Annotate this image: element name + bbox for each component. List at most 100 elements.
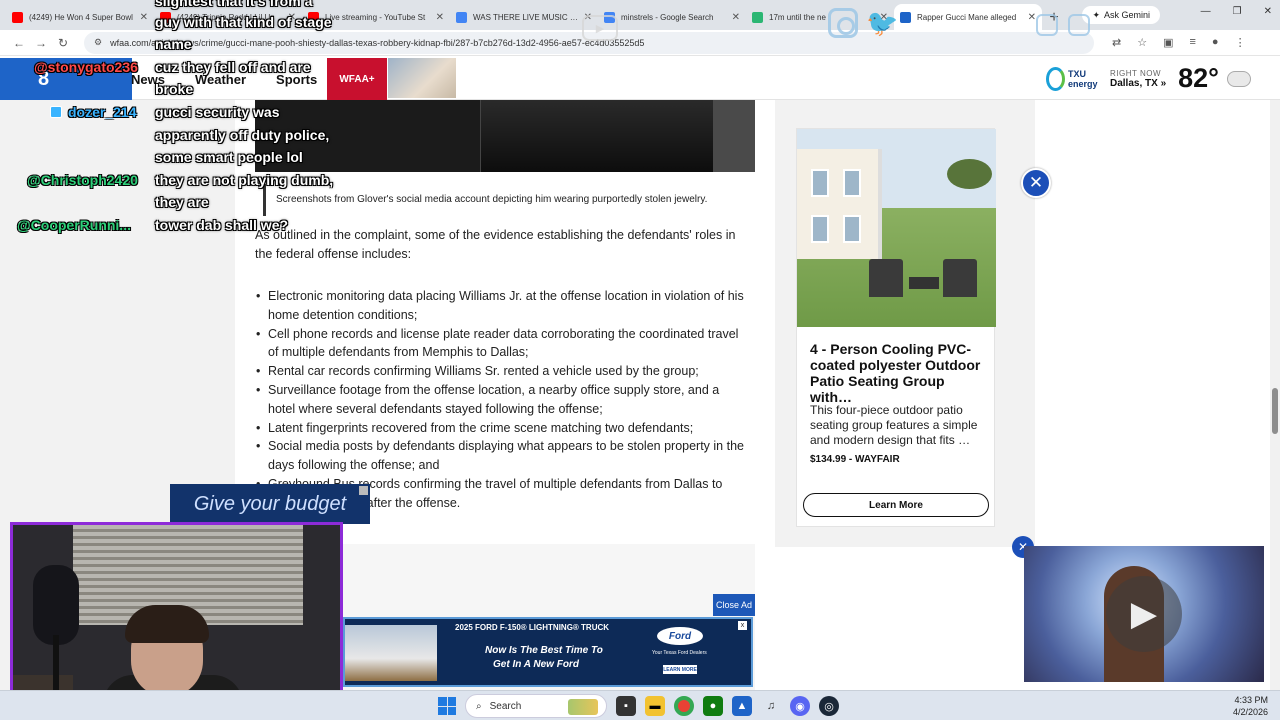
- window-controls: — ❐ ✕: [1201, 6, 1272, 17]
- chat-username: @CooperRunni...: [17, 217, 131, 233]
- browser-tab[interactable]: minstrels - Google Search ✕: [598, 4, 746, 30]
- chrome-icon[interactable]: [674, 696, 694, 716]
- ad-learn-more-button[interactable]: LEARN MORE: [663, 665, 697, 674]
- webcam-overlay: [10, 522, 343, 712]
- inline-ad-text: Give your budget: [193, 492, 347, 515]
- list-item: Cell phone records and license plate rea…: [256, 325, 746, 363]
- chat-message: gucci security was: [155, 104, 280, 120]
- chat-message: apparently off duty police,: [155, 127, 330, 143]
- chat-message: some smart people lol: [155, 149, 303, 165]
- system-clock[interactable]: 4:33 PM 4/2/2026: [1233, 694, 1268, 718]
- chat-message: cuz they fell off and are: [155, 59, 311, 75]
- chat-message: name: [155, 36, 192, 52]
- clock-date: 4/2/2026: [1232, 707, 1268, 717]
- windows-start-icon[interactable]: [438, 697, 456, 715]
- instagram-icon: [828, 8, 858, 38]
- wfaa-favicon-icon: [900, 11, 911, 23]
- taskbar-search[interactable]: ⌕ Search: [465, 694, 607, 718]
- browser-tab-active[interactable]: Rapper Gucci Mane alleged ✕: [894, 4, 1042, 30]
- weather-label: RIGHT NOW: [1110, 68, 1162, 78]
- snapchat-icon: [1036, 14, 1058, 36]
- weather-temperature: 82°: [1178, 63, 1219, 93]
- list-item: Rental car records confirming Williams S…: [256, 362, 746, 381]
- tab-title: Rapper Gucci Mane alleged: [917, 12, 1017, 22]
- patio-product-image[interactable]: [797, 129, 996, 327]
- weather-widget[interactable]: TXU energy RIGHT NOW Dallas, TX » 82°: [1046, 63, 1251, 94]
- list-item: Surveillance footage from the offense lo…: [256, 381, 746, 419]
- taskbar-apps: ⌕ Search ▪ ▬ ● ▲ ♫ ◉ ◎: [438, 694, 839, 718]
- chat-message: they are: [155, 194, 209, 210]
- twitter-icon: 🐦: [866, 7, 899, 38]
- subscriber-badge-icon: [50, 106, 62, 118]
- list-item: Electronic monitoring data placing Willi…: [256, 287, 746, 325]
- clock-time: 4:33 PM: [1234, 695, 1268, 705]
- xbox-icon[interactable]: ●: [703, 696, 723, 716]
- minimize-button[interactable]: —: [1201, 6, 1211, 17]
- google-favicon-icon: [456, 11, 467, 23]
- gemini-sparkle-icon: ✦: [1092, 9, 1100, 20]
- floating-video-player[interactable]: ▶: [1024, 546, 1264, 682]
- sidebar-icon[interactable]: ▣: [1163, 36, 1173, 49]
- discord-icon[interactable]: ◉: [790, 696, 810, 716]
- file-explorer-icon[interactable]: ▬: [645, 696, 665, 716]
- ad-title[interactable]: 4 - Person Cooling PVC-coated polyester …: [810, 341, 990, 405]
- gemini-label: Ask Gemini: [1103, 10, 1150, 20]
- reading-list-icon[interactable]: ≡: [1190, 36, 1196, 49]
- chat-username: dozer_214: [50, 104, 136, 120]
- translate-icon[interactable]: ⇄: [1112, 36, 1121, 49]
- bookmark-star-icon[interactable]: ☆: [1137, 36, 1147, 49]
- tab-close-icon[interactable]: ✕: [436, 12, 444, 23]
- ad-dealers: Your Texas Ford Dealers: [652, 650, 707, 656]
- ford-banner-ad[interactable]: 2025 FORD F-150® LIGHTNING® TRUCK Now Is…: [343, 617, 753, 687]
- txu-energy-logo: TXU energy: [1046, 64, 1104, 94]
- list-item: Latent fingerprints recovered from the c…: [256, 419, 746, 438]
- twitch-icon: [1068, 14, 1090, 36]
- chat-message: broke: [155, 81, 194, 97]
- toolbar-icons: ⇄ ☆ ▣ ≡ ● ⋮: [1112, 36, 1246, 49]
- ad-info-icon[interactable]: [359, 486, 368, 495]
- partly-cloudy-icon: [1221, 65, 1251, 87]
- sidebar-ad-card[interactable]: 4 - Person Cooling PVC-coated polyester …: [796, 128, 996, 527]
- window-close-button[interactable]: ✕: [1264, 6, 1272, 17]
- tab-close-icon[interactable]: ✕: [1028, 12, 1036, 23]
- maximize-button[interactable]: ❐: [1233, 6, 1242, 17]
- evidence-list: Electronic monitoring data placing Willi…: [256, 287, 746, 513]
- ad-price: $134.99 - WAYFAIR: [810, 454, 900, 465]
- microphone-icon: [33, 565, 79, 645]
- inline-ad[interactable]: Give your budget: [170, 484, 370, 524]
- taskbar-search-label: Search: [489, 700, 522, 712]
- social-overlay-2: [1036, 14, 1090, 36]
- tab-close-icon[interactable]: ✕: [732, 12, 740, 23]
- profile-icon[interactable]: ●: [1212, 36, 1219, 49]
- close-ad-button[interactable]: Close Ad: [713, 594, 755, 616]
- chat-message: they are not playing dumb,: [155, 172, 334, 188]
- play-icon[interactable]: ▶: [1106, 576, 1182, 652]
- steam-icon[interactable]: ◎: [819, 696, 839, 716]
- learn-more-button[interactable]: Learn More: [803, 493, 989, 517]
- ad-headline: 2025 FORD F-150® LIGHTNING® TRUCK: [455, 623, 610, 632]
- menu-icon[interactable]: ⋮: [1235, 36, 1246, 49]
- browser-tab[interactable]: WAS THERE LIVE MUSIC IN T ✕: [450, 4, 598, 30]
- close-ad-icon[interactable]: ✕: [1021, 168, 1051, 198]
- ad-line-1: Now Is The Best Time To: [485, 645, 603, 656]
- scrollbar-thumb[interactable]: [1272, 388, 1278, 434]
- task-view-icon[interactable]: ▪: [616, 696, 636, 716]
- tab-title: minstrels - Google Search: [621, 12, 714, 22]
- stream-chat-overlay: slightest that it's from a guy with that…: [0, 0, 400, 250]
- ask-gemini-button[interactable]: ✦ Ask Gemini: [1082, 6, 1160, 24]
- ad-description: This four-piece outdoor patio seating gr…: [810, 403, 978, 447]
- tab-title: WAS THERE LIVE MUSIC IN T: [473, 12, 580, 22]
- chat-message: tower dab shall we?: [155, 217, 289, 233]
- ford-logo: Ford: [657, 627, 703, 645]
- truck-image: [345, 625, 437, 681]
- weather-city[interactable]: Dallas, TX »: [1110, 78, 1166, 89]
- ad-close-icon[interactable]: x: [738, 621, 747, 630]
- social-overlay: 🐦: [828, 8, 900, 38]
- music-icon[interactable]: ♫: [761, 696, 781, 716]
- page-scrollbar[interactable]: [1270, 100, 1280, 690]
- chat-username: @Christoph2420: [27, 172, 138, 188]
- photos-icon[interactable]: ▲: [732, 696, 752, 716]
- chat-message: slightest that it's from a: [155, 0, 313, 9]
- windows-taskbar: ⌕ Search ▪ ▬ ● ▲ ♫ ◉ ◎ 4:33 PM 4/2/2026: [0, 690, 1280, 720]
- search-icon: ⌕: [476, 700, 482, 712]
